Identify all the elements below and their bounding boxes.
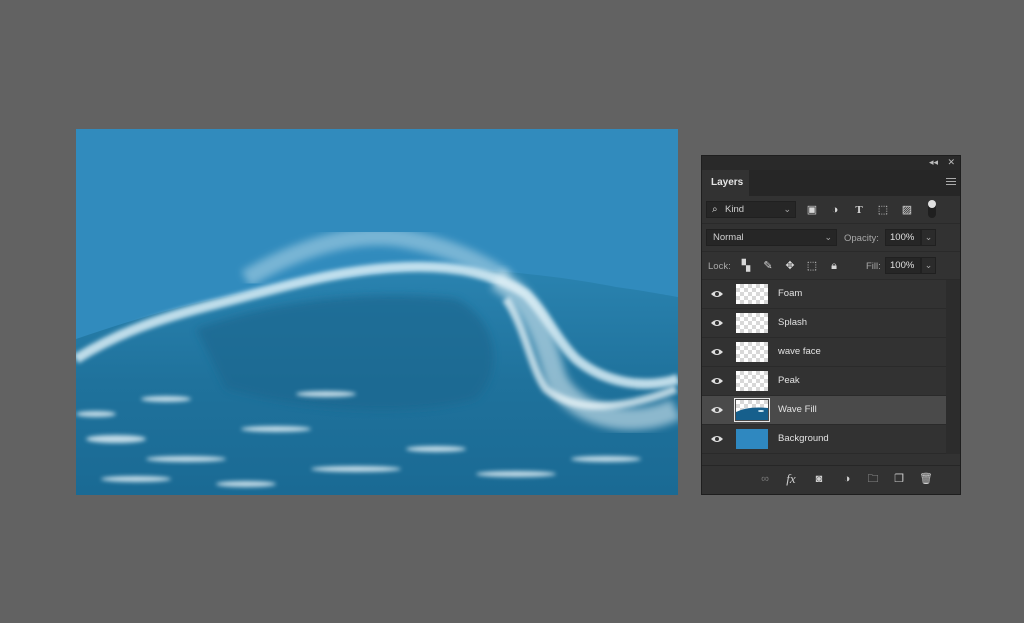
delete-layer-icon[interactable]: 🗑︎	[919, 472, 933, 486]
new-group-icon[interactable]: 🗀︎	[866, 472, 880, 486]
search-icon: ⌕	[712, 204, 718, 215]
layer-row-foam[interactable]: Foam	[702, 280, 946, 309]
chevron-down-icon: ⌄	[783, 204, 791, 214]
filter-kind-select[interactable]: ⌕ Kind ⌄	[706, 201, 796, 218]
document-canvas[interactable]	[76, 129, 678, 495]
visibility-eye-icon[interactable]	[711, 376, 723, 386]
lock-transparent-pixels-icon[interactable]: ▚	[740, 260, 752, 272]
layer-list: Foam Splash wave face Peak Wave Fill Bac…	[702, 280, 946, 454]
wave-image	[76, 227, 678, 495]
shape-filter-icon[interactable]: ⬚	[877, 204, 889, 216]
layer-name: wave face	[778, 346, 821, 357]
fx-icon[interactable]: fx	[784, 472, 798, 486]
layer-name: Splash	[778, 317, 808, 328]
new-adjustment-icon[interactable]: ◑	[840, 472, 854, 486]
smart-object-filter-icon[interactable]: ▨	[901, 204, 913, 216]
image-filter-icon[interactable]: ▣	[806, 204, 818, 216]
close-icon[interactable]: ✕	[947, 157, 955, 168]
layer-thumbnail	[736, 429, 768, 449]
tab-layers[interactable]: Layers	[702, 170, 749, 196]
visibility-eye-icon[interactable]	[711, 405, 723, 415]
opacity-input[interactable]: 100%	[885, 229, 921, 246]
type-filter-icon[interactable]: T	[853, 204, 865, 216]
fill-input[interactable]: 100%	[885, 257, 921, 274]
layer-thumbnail	[736, 342, 768, 362]
lock-label: Lock:	[708, 261, 731, 272]
fill-dropdown[interactable]: ⌄	[921, 257, 936, 274]
layer-name: Background	[778, 433, 829, 444]
add-mask-icon[interactable]: ◙	[812, 472, 826, 486]
layer-row-background[interactable]: Background	[702, 425, 946, 454]
panel-menu-icon[interactable]	[946, 178, 956, 186]
layer-row-peak[interactable]: Peak	[702, 367, 946, 396]
opacity-label: Opacity:	[844, 233, 879, 244]
collapse-panel-icon[interactable]: ◂◂	[929, 157, 938, 168]
layer-row-splash[interactable]: Splash	[702, 309, 946, 338]
layer-thumbnail	[736, 313, 768, 333]
visibility-eye-icon[interactable]	[711, 289, 723, 299]
filter-toggle-icon[interactable]	[928, 200, 936, 218]
adjustment-filter-icon[interactable]: ◑	[829, 204, 841, 216]
visibility-eye-icon[interactable]	[711, 434, 723, 444]
visibility-eye-icon[interactable]	[711, 318, 723, 328]
layer-row-wave-fill[interactable]: Wave Fill	[702, 396, 946, 425]
new-layer-icon[interactable]: ❐	[892, 472, 906, 486]
lock-image-pixels-icon[interactable]: ✎	[762, 260, 774, 272]
layer-row-wave-face[interactable]: wave face	[702, 338, 946, 367]
panel-footer: ∞ fx ◙ ◑ 🗀︎ ❐ 🗑︎	[702, 465, 960, 494]
lock-artboard-icon[interactable]: ⬚	[806, 260, 818, 272]
layer-thumbnail	[734, 398, 770, 422]
lock-all-icon[interactable]: 🔒︎	[828, 260, 840, 272]
chevron-down-icon: ⌄	[824, 232, 832, 242]
layer-list-scrollbar[interactable]	[946, 280, 960, 454]
layer-name: Peak	[778, 375, 800, 386]
opacity-dropdown[interactable]: ⌄	[921, 229, 936, 246]
layers-panel: ◂◂ ✕ Layers ⌕ Kind ⌄ ▣ ◑ T ⬚ ▨ Normal ⌄ …	[701, 155, 961, 495]
layer-thumbnail	[736, 284, 768, 304]
lock-position-icon[interactable]: ✥	[784, 260, 796, 272]
panel-titlebar[interactable]: ◂◂ ✕	[702, 156, 960, 170]
link-layers-icon[interactable]: ∞	[758, 472, 772, 486]
visibility-eye-icon[interactable]	[711, 347, 723, 357]
layer-name: Wave Fill	[778, 404, 817, 415]
layer-name: Foam	[778, 288, 803, 299]
layer-thumbnail	[736, 371, 768, 391]
fill-label: Fill:	[866, 261, 881, 272]
blend-mode-select[interactable]: Normal ⌄	[706, 229, 837, 246]
